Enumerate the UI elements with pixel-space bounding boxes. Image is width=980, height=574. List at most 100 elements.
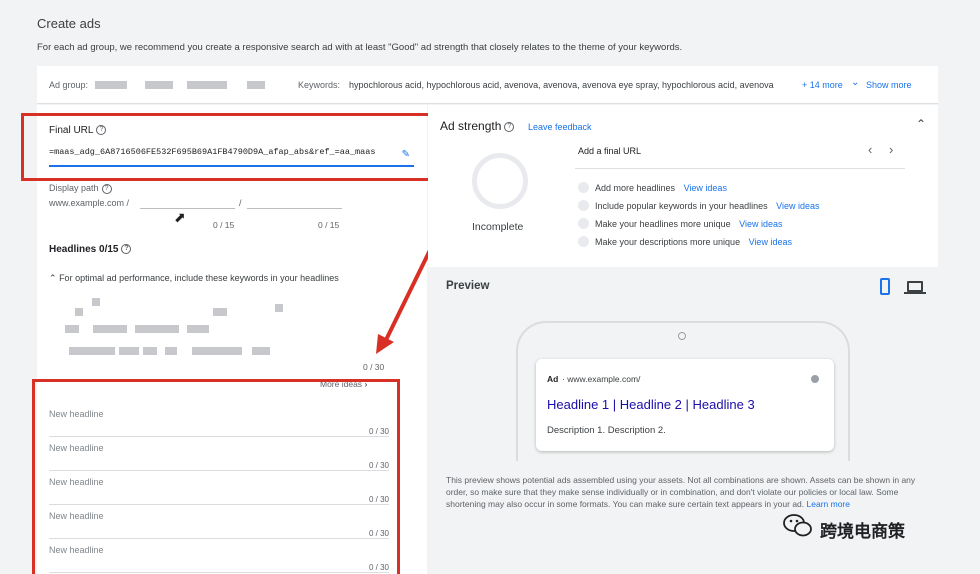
headline-input-5[interactable]: New headline 0 / 30 [49, 539, 389, 573]
display-path-1-input[interactable] [140, 195, 235, 209]
headline-input-4[interactable]: New headline 0 / 30 [49, 505, 389, 539]
suggestion-1: Add more headlines View ideas [595, 183, 727, 193]
adgroup-name-redacted [247, 81, 265, 89]
status-dot [578, 236, 589, 247]
view-ideas-link[interactable]: View ideas [684, 183, 727, 193]
help-icon[interactable]: ? [121, 244, 132, 255]
view-ideas-link[interactable]: View ideas [749, 237, 792, 247]
keyword-hint[interactable]: ⌃ For optimal ad performance, include th… [49, 273, 339, 284]
headline-counter: 0 / 30 [368, 427, 389, 436]
keywords-more-count: + 14 more [802, 80, 843, 90]
keyword-chip-redacted [149, 325, 179, 333]
headline-counter: 0 / 30 [368, 563, 389, 572]
desktop-device-icon-base [904, 292, 926, 294]
first-headline-counter: 0 / 30 [363, 362, 385, 372]
final-url-label: Final URL? [49, 125, 107, 136]
adgroup-label: Ad group: [49, 80, 89, 90]
display-path-2-counter: 0 / 15 [318, 220, 340, 230]
phone-frame: Ad · www.example.com/ Headline 1 | Headl… [516, 321, 850, 461]
divider [575, 168, 905, 169]
keyword-chip-redacted [75, 308, 83, 316]
mouse-cursor-icon: ⬈ [174, 209, 186, 225]
view-ideas-link[interactable]: View ideas [776, 201, 819, 211]
page-intro: For each ad group, we recommend you crea… [37, 42, 683, 53]
keyword-chip-redacted [143, 347, 157, 355]
display-path-label-text: Display path [49, 183, 99, 193]
display-path-separator: / [239, 198, 242, 208]
ad-headline: Headline 1 | Headline 2 | Headline 3 [547, 397, 755, 412]
keyword-chip-redacted [275, 304, 283, 312]
keyword-chip-redacted [65, 325, 79, 333]
help-icon[interactable]: ? [96, 125, 107, 136]
preview-note: This preview shows potential ads assembl… [446, 474, 920, 510]
view-ideas-link[interactable]: View ideas [739, 219, 782, 229]
headline-input-2[interactable]: New headline 0 / 30 [49, 437, 389, 471]
keyword-chip-redacted [69, 347, 115, 355]
wechat-icon [783, 513, 813, 539]
learn-more-link[interactable]: Learn more [807, 499, 850, 509]
headline-placeholder: New headline [49, 443, 104, 453]
ad-strength-label: Ad strength? [440, 119, 515, 133]
display-path-base: www.example.com / [49, 198, 130, 208]
suggestion-text: Add more headlines [595, 183, 676, 193]
ad-strength-panel: Ad strength? Leave feedback ⌃ Incomplete… [428, 105, 938, 267]
display-path-1-counter: 0 / 15 [213, 220, 235, 230]
ad-strength-status: Incomplete [472, 221, 524, 233]
suggestion-4: Make your descriptions more unique View … [595, 237, 792, 247]
ad-description: Description 1. Description 2. [547, 425, 666, 436]
chevron-left-icon[interactable]: ‹ [868, 142, 872, 157]
keyword-hint-text: For optimal ad performance, include thes… [59, 273, 339, 283]
suggestion-text: Make your descriptions more unique [595, 237, 741, 247]
headlines-label: Headlines 0/15? [49, 244, 132, 255]
headline-input-3[interactable]: New headline 0 / 30 [49, 471, 389, 505]
status-dot [578, 218, 589, 229]
display-path-label: Display path? [49, 183, 112, 194]
info-dot-icon [811, 375, 819, 383]
ad-preview-card: Ad · www.example.com/ Headline 1 | Headl… [536, 359, 834, 451]
adgroup-name-redacted [95, 81, 127, 89]
headline-placeholder: New headline [49, 477, 104, 487]
chevron-down-icon[interactable]: ⌄ [851, 77, 859, 88]
keyword-chip-redacted [119, 347, 139, 355]
keyword-chip-redacted [92, 298, 100, 306]
keyword-chip-redacted [93, 325, 127, 333]
headline-placeholder: New headline [49, 545, 104, 555]
help-icon[interactable]: ? [101, 183, 112, 194]
edit-pencil-icon[interactable]: ✎ [402, 149, 410, 161]
adgroup-bar: Ad group: Keywords: hypochlorous acid, h… [37, 66, 938, 104]
headlines-label-text: Headlines 0/15 [49, 244, 119, 255]
phone-camera [678, 332, 686, 340]
help-icon[interactable]: ? [504, 121, 515, 132]
keyword-chip-redacted [187, 325, 209, 333]
chevron-right-icon[interactable]: › [889, 142, 893, 157]
ad-form-panel: Final URL? =maas_adg_6A8716506FE532F695B… [21, 105, 435, 574]
headline-counter: 0 / 30 [368, 495, 389, 504]
final-url-input[interactable]: =maas_adg_6A8716506FE532F695B69A1FB4790D… [49, 143, 414, 167]
status-dot [578, 200, 589, 211]
keywords-label: Keywords: [298, 80, 341, 90]
collapse-chevron-icon[interactable]: ⌃ [916, 117, 926, 131]
page-title: Create ads [37, 16, 101, 31]
ad-display-url: · www.example.com/ [562, 374, 641, 384]
suggestion-2: Include popular keywords in your headlin… [595, 201, 820, 211]
display-path-2-input[interactable] [247, 195, 342, 209]
headline-input-1[interactable]: New headline 0 / 30 [49, 403, 389, 437]
headline-counter: 0 / 30 [368, 461, 389, 470]
headline-placeholder: New headline [49, 511, 104, 521]
chevron-up-icon: ⌃ [49, 273, 57, 283]
status-dot [578, 182, 589, 193]
desktop-device-icon[interactable] [907, 281, 923, 292]
keyword-chip-redacted [252, 347, 270, 355]
leave-feedback-link[interactable]: Leave feedback [528, 122, 592, 132]
ad-strength-gauge [472, 153, 528, 209]
keyword-chip-redacted [192, 347, 242, 355]
mobile-device-icon[interactable] [880, 278, 890, 295]
adgroup-name-redacted [145, 81, 173, 89]
preview-label: Preview [446, 280, 490, 292]
show-more-link[interactable]: Show more [866, 80, 912, 90]
keyword-chip-redacted [165, 347, 177, 355]
headline-counter: 0 / 30 [368, 529, 389, 538]
suggestion-text: Make your headlines more unique [595, 219, 731, 229]
ad-badge: Ad [547, 374, 559, 384]
suggestion-text: Include popular keywords in your headlin… [595, 201, 768, 211]
